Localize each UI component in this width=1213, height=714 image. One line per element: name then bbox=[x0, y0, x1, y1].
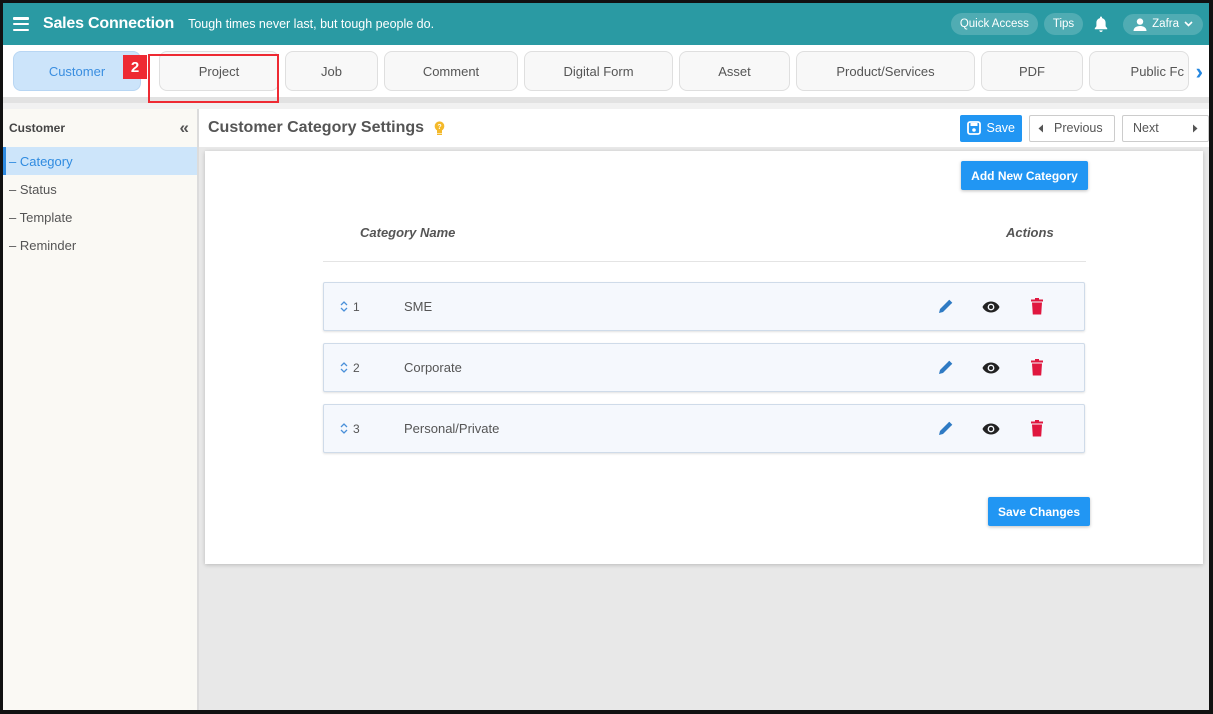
drag-handle[interactable]: 2 bbox=[340, 361, 404, 375]
sidebar-item-template[interactable]: – Template bbox=[3, 203, 197, 231]
category-row[interactable]: 3 Personal/Private bbox=[323, 404, 1085, 453]
top-bar: Sales Connection Tough times never last,… bbox=[3, 3, 1209, 45]
tab-pdf[interactable]: PDF bbox=[981, 51, 1083, 91]
previous-label: Previous bbox=[1054, 121, 1103, 135]
column-header-actions: Actions bbox=[1006, 225, 1054, 240]
sort-arrows-icon bbox=[340, 301, 348, 312]
tips-button[interactable]: Tips bbox=[1043, 13, 1084, 35]
lightbulb-icon[interactable]: ? bbox=[434, 120, 445, 136]
caret-left-icon bbox=[1038, 124, 1043, 132]
app-window: Sales Connection Tough times never last,… bbox=[0, 0, 1213, 714]
sort-arrows-icon bbox=[340, 362, 348, 373]
delete-trash-icon[interactable] bbox=[1014, 298, 1060, 315]
callout-badge: 2 bbox=[123, 55, 147, 79]
user-name: Zafra bbox=[1152, 18, 1179, 30]
row-name: SME bbox=[404, 299, 433, 314]
bell-icon[interactable] bbox=[1089, 13, 1113, 35]
chevron-down-icon bbox=[1184, 21, 1193, 27]
edit-icon[interactable] bbox=[922, 360, 968, 376]
category-row[interactable]: 2 Corporate bbox=[323, 343, 1085, 392]
row-order: 2 bbox=[353, 360, 360, 375]
row-name: Personal/Private bbox=[404, 421, 500, 436]
menu-icon[interactable] bbox=[13, 17, 29, 31]
header-divider bbox=[323, 261, 1086, 262]
sidebar-item-category[interactable]: – Category bbox=[3, 147, 197, 175]
tab-product-services[interactable]: Product/Services bbox=[796, 51, 975, 91]
tab-customer[interactable]: Customer bbox=[13, 51, 141, 91]
next-label: Next bbox=[1133, 121, 1159, 135]
delete-trash-icon[interactable] bbox=[1014, 359, 1060, 376]
view-eye-icon[interactable] bbox=[968, 301, 1014, 313]
row-order: 3 bbox=[353, 421, 360, 436]
user-icon bbox=[1133, 17, 1147, 31]
tab-project[interactable]: Project bbox=[159, 51, 279, 91]
svg-text:?: ? bbox=[437, 124, 441, 131]
sort-arrows-icon bbox=[340, 423, 348, 434]
sidebar: Customer « – Category – Status – Templat… bbox=[3, 109, 199, 710]
tagline: Tough times never last, but tough people… bbox=[188, 17, 435, 31]
row-order: 1 bbox=[353, 299, 360, 314]
tab-public-form[interactable]: Public Fc bbox=[1089, 51, 1189, 91]
view-eye-icon[interactable] bbox=[968, 423, 1014, 435]
sidebar-item-status[interactable]: – Status bbox=[3, 175, 197, 203]
previous-button[interactable]: Previous bbox=[1029, 114, 1115, 142]
column-header-category-name: Category Name bbox=[360, 225, 456, 240]
tab-comment[interactable]: Comment bbox=[384, 51, 518, 91]
page-header: Customer Category Settings ? Save Previo… bbox=[199, 109, 1209, 147]
save-changes-button[interactable]: Save Changes bbox=[988, 497, 1090, 526]
delete-trash-icon[interactable] bbox=[1014, 420, 1060, 437]
collapse-sidebar-icon[interactable]: « bbox=[180, 118, 189, 138]
save-label: Save bbox=[986, 121, 1016, 135]
app-brand: Sales Connection bbox=[43, 15, 175, 32]
user-menu[interactable]: Zafra bbox=[1123, 13, 1203, 35]
tab-digital-form[interactable]: Digital Form bbox=[524, 51, 673, 91]
edit-icon[interactable] bbox=[922, 421, 968, 437]
edit-icon[interactable] bbox=[922, 299, 968, 315]
tab-asset[interactable]: Asset bbox=[679, 51, 790, 91]
sidebar-item-reminder[interactable]: – Reminder bbox=[3, 231, 197, 259]
quick-access-button[interactable]: Quick Access bbox=[950, 13, 1038, 35]
page-title: Customer Category Settings bbox=[208, 119, 425, 136]
tabs-scroll-right-icon[interactable]: › bbox=[1191, 59, 1203, 85]
save-button[interactable]: Save bbox=[959, 114, 1022, 142]
tab-job[interactable]: Job bbox=[285, 51, 378, 91]
category-card: Add New Category Category Name Actions 1… bbox=[205, 151, 1203, 564]
category-row[interactable]: 1 SME bbox=[323, 282, 1085, 331]
add-new-category-button[interactable]: Add New Category bbox=[961, 161, 1088, 190]
drag-handle[interactable]: 3 bbox=[340, 422, 404, 436]
row-name: Corporate bbox=[404, 360, 462, 375]
floppy-icon bbox=[966, 121, 981, 135]
drag-handle[interactable]: 1 bbox=[340, 300, 404, 314]
caret-right-icon bbox=[1193, 124, 1198, 132]
next-button[interactable]: Next bbox=[1122, 114, 1209, 142]
sidebar-title: Customer bbox=[9, 121, 66, 135]
view-eye-icon[interactable] bbox=[968, 362, 1014, 374]
module-tabs: Customer Project Job Comment Digital For… bbox=[3, 45, 1209, 103]
